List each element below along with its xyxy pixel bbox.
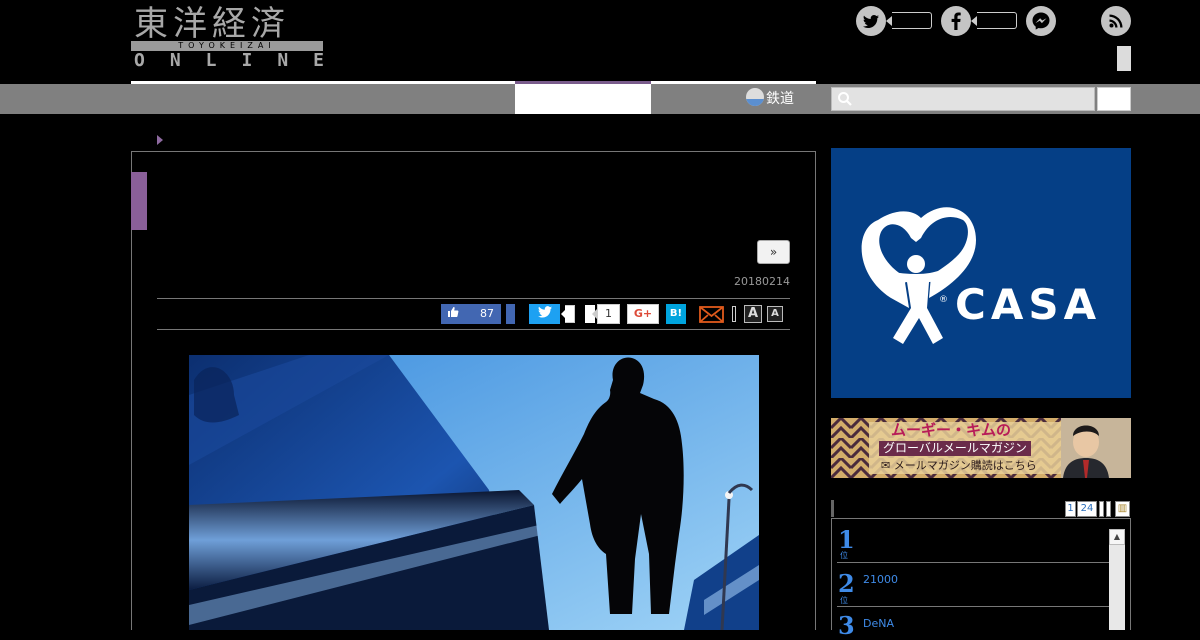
like-count: 87 — [480, 307, 494, 320]
facebook-share-button[interactable] — [506, 304, 515, 324]
ranking-tab[interactable] — [1106, 501, 1111, 517]
font-size-large-button[interactable]: A — [744, 305, 762, 323]
newsletter-ad-subtitle: グローバルメールマガジン — [879, 441, 1031, 456]
rank-number: 3 — [838, 611, 855, 640]
rss-icon[interactable] — [1101, 6, 1131, 36]
newsletter-ad-cta: ✉ メールマガジン購読はこちら — [881, 459, 1037, 472]
envelope-icon: ✉ — [881, 459, 891, 472]
twitter-count — [892, 12, 932, 29]
ranking-item-title[interactable]: 21000 — [863, 573, 898, 586]
next-page-button[interactable]: » — [757, 240, 790, 264]
ranking-item-title[interactable]: DeNA — [863, 617, 894, 630]
site-logo[interactable]: 東洋経済 — [134, 4, 290, 44]
divider — [157, 298, 790, 299]
facebook-icon[interactable] — [941, 6, 971, 36]
divider — [837, 606, 1109, 607]
nav-item-railway-label: 鉄道 — [766, 91, 794, 107]
article-date: 20180214 — [734, 275, 790, 288]
font-size-divider — [732, 306, 736, 322]
facebook-count — [977, 12, 1017, 29]
font-size-small-button[interactable]: A — [767, 306, 783, 322]
divider — [157, 329, 790, 330]
casa-brand-text: CASA — [955, 280, 1102, 329]
rank-unit: 位 — [840, 551, 848, 560]
rank-number: 1 — [838, 525, 855, 554]
scroll-up-arrow-icon[interactable]: ▲ — [1109, 529, 1125, 545]
site-logo-online: ONLINE — [134, 50, 350, 71]
ranking-tab-24[interactable]: 24 — [1077, 501, 1097, 517]
hatena-bookmark-button[interactable]: B! — [666, 304, 686, 324]
search-button[interactable] — [1097, 87, 1131, 111]
ranking-tab[interactable] — [1099, 501, 1104, 517]
google-plus-button[interactable]: G+ — [627, 304, 659, 324]
menu-toggle-button[interactable] — [1117, 46, 1131, 71]
ranking-tab-calendar-icon[interactable]: ▥ — [1115, 501, 1130, 517]
casa-registered-mark: ® — [939, 295, 948, 305]
casa-ad-banner[interactable]: ® CASA — [831, 148, 1131, 398]
newsletter-ad-title: ムーギー・キムの — [891, 421, 1012, 439]
twitter-bird-icon — [537, 306, 552, 318]
rank-unit: 位 — [840, 596, 848, 605]
ranking-header-accent — [831, 500, 834, 517]
mail-icon[interactable] — [699, 304, 724, 324]
facebook-like-button[interactable]: 87 — [441, 304, 501, 324]
nav-tab-active[interactable] — [515, 84, 651, 114]
breadcrumb-arrow-icon — [157, 135, 163, 145]
twitter-icon[interactable] — [856, 6, 886, 36]
search-input[interactable] — [831, 87, 1095, 111]
article-title-accent — [131, 172, 147, 230]
ranking-tab-1[interactable]: 1 — [1065, 501, 1076, 517]
newsletter-ad-banner[interactable]: ムーギー・キムの グローバルメールマガジン ✉ メールマガジン購読はこちら — [831, 418, 1131, 478]
search-icon — [838, 92, 852, 106]
train-icon — [746, 88, 764, 106]
tweet-count — [565, 305, 575, 323]
rank-number: 2 — [838, 569, 855, 598]
share-count: 1 — [597, 304, 620, 324]
tweet-button[interactable] — [529, 304, 560, 324]
thumbs-up-icon — [448, 307, 459, 317]
article-photo — [189, 355, 759, 630]
nav-item-railway[interactable]: 鉄道 — [746, 88, 794, 110]
divider — [837, 562, 1109, 563]
messenger-icon[interactable] — [1026, 6, 1056, 36]
